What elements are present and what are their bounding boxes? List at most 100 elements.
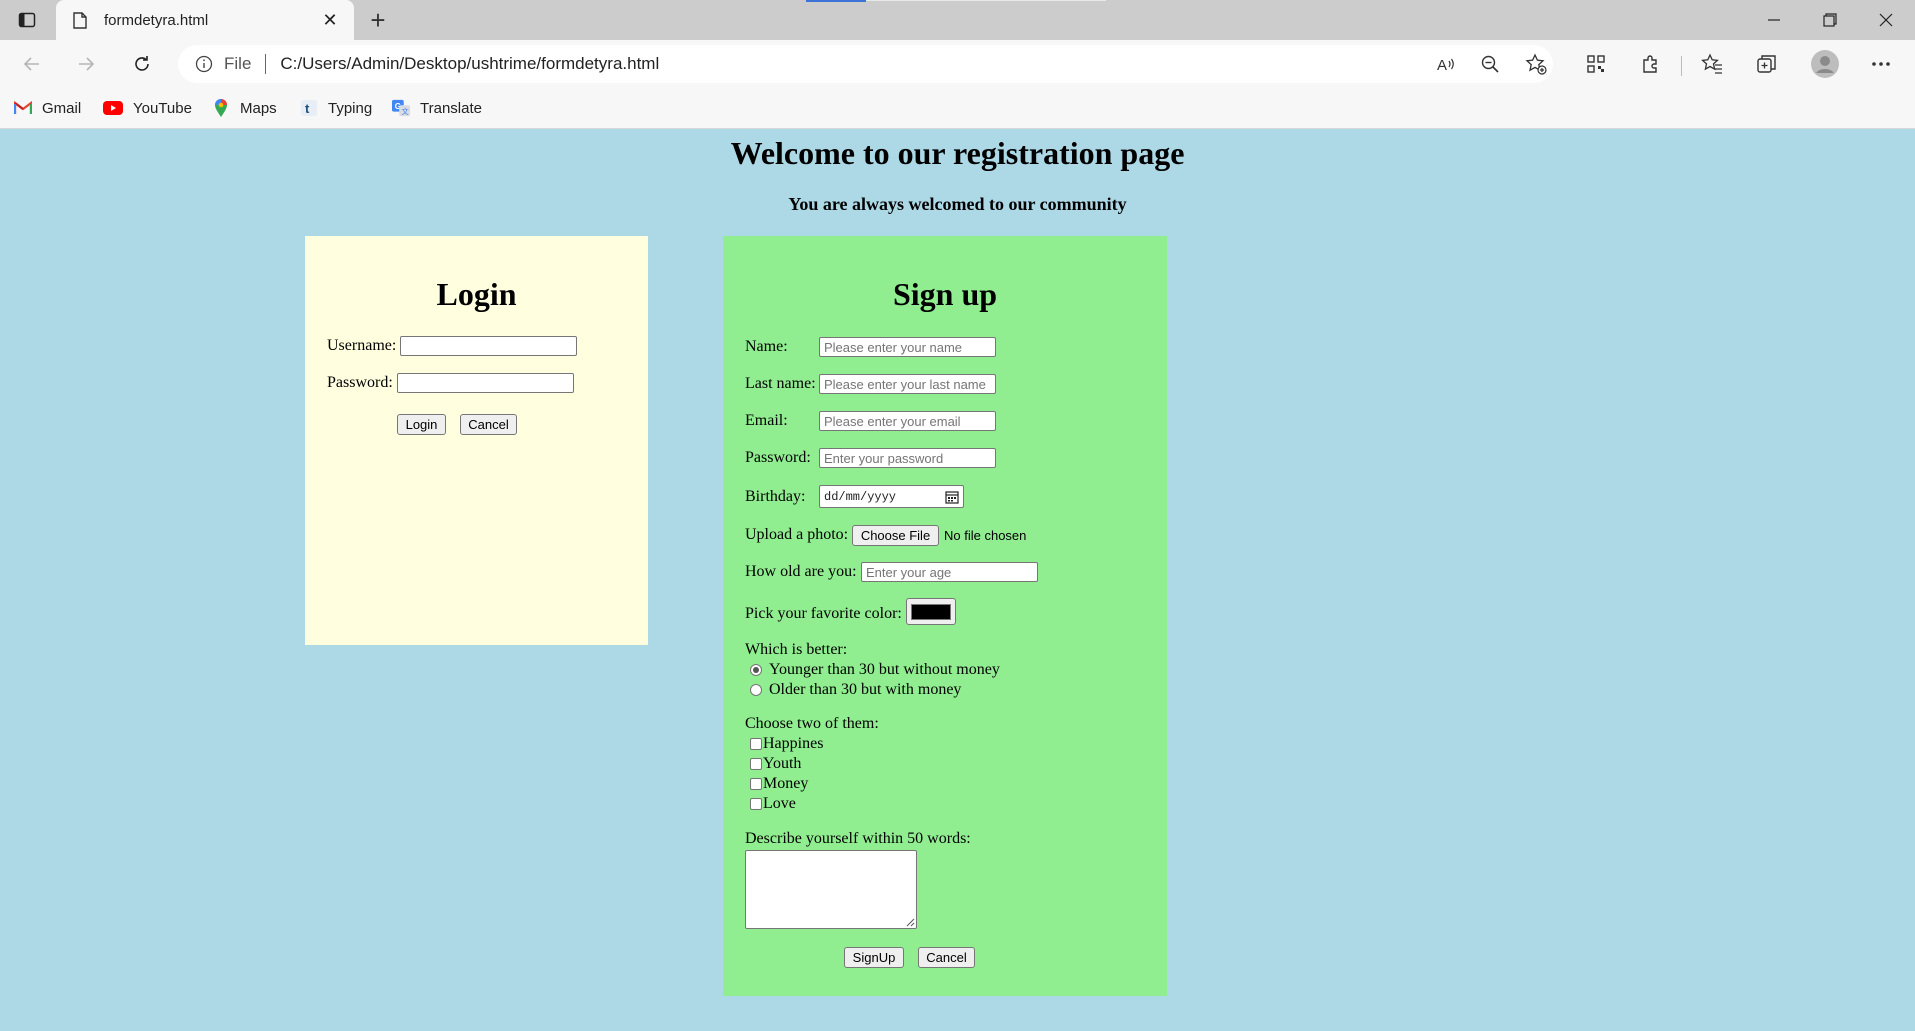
better-option-1[interactable]: Younger than 30 but without money <box>750 661 1000 679</box>
checkbox[interactable] <box>750 798 762 810</box>
radio-selected-dot <box>753 667 759 673</box>
no-file-text: No file chosen <box>944 528 1027 543</box>
address-url[interactable]: C:/Users/Admin/Desktop/ushtrime/formdety… <box>280 54 659 74</box>
info-icon[interactable] <box>194 54 214 74</box>
username-label: Username: <box>327 337 397 354</box>
password-row: Password: <box>327 373 574 393</box>
login-cancel-button[interactable]: Cancel <box>460 414 517 435</box>
close-window-icon[interactable] <box>1858 0 1914 40</box>
radio-button[interactable] <box>750 664 762 676</box>
favorites-icon[interactable] <box>1696 48 1728 80</box>
signup-password-label: Password: <box>745 449 811 466</box>
bookmark-gmail[interactable]: Gmail <box>14 98 81 118</box>
svg-text:A: A <box>1437 57 1447 74</box>
password-label: Password: <box>327 374 393 391</box>
tab-bar: formdetyra.html ✕ + <box>0 0 1915 40</box>
choose-option-love[interactable]: Love <box>750 795 796 813</box>
login-button[interactable]: Login <box>397 414 446 435</box>
better-label: Which is better: <box>745 641 848 658</box>
username-row: Username: <box>327 336 578 356</box>
restore-icon[interactable] <box>1802 0 1858 40</box>
profile-avatar-icon[interactable] <box>1809 48 1841 80</box>
color-picker[interactable] <box>906 598 956 625</box>
browser-tab[interactable]: formdetyra.html ✕ <box>56 0 354 40</box>
checkbox[interactable] <box>750 778 762 790</box>
read-aloud-icon[interactable]: A <box>1430 48 1462 80</box>
zoom-out-icon[interactable] <box>1474 48 1506 80</box>
page-content: Welcome to our registration page You are… <box>0 129 1915 1031</box>
bookmark-label: Translate <box>420 99 482 117</box>
checkbox[interactable] <box>750 758 762 770</box>
username-input[interactable] <box>400 336 578 356</box>
add-favorite-icon[interactable] <box>1520 48 1552 80</box>
choose-option-youth[interactable]: Youth <box>750 755 801 773</box>
signup-panel: Sign up Name: Please enter your name Las… <box>723 236 1167 996</box>
tab-close-icon[interactable]: ✕ <box>320 10 340 30</box>
describe-textarea[interactable] <box>745 850 917 929</box>
checkbox[interactable] <box>750 738 762 750</box>
minimize-icon[interactable] <box>1746 0 1802 40</box>
choose-option-label: Youth <box>763 755 802 772</box>
extensions-icon[interactable] <box>1635 48 1667 80</box>
choose-option-label: Happines <box>763 735 824 752</box>
name-input[interactable]: Please enter your name <box>819 337 996 357</box>
typing-icon: t <box>300 99 318 117</box>
age-label: How old are you: <box>745 563 857 580</box>
birthday-placeholder: dd/mm/yyyy <box>824 489 897 504</box>
bookmark-youtube[interactable]: YouTube <box>103 98 192 118</box>
tab-title: formdetyra.html <box>104 11 209 29</box>
signup-cancel-button[interactable]: Cancel <box>918 947 975 968</box>
page-subtitle: You are always welcomed to our community <box>788 194 1127 214</box>
signup-button[interactable]: SignUp <box>844 947 904 968</box>
youtube-icon <box>103 99 123 117</box>
photo-label: Upload a photo: <box>745 526 849 543</box>
describe-label: Describe yourself within 50 words: <box>745 830 971 847</box>
refresh-icon[interactable] <box>126 48 158 80</box>
choose-option-happines[interactable]: Happines <box>750 735 823 753</box>
password-input[interactable] <box>396 373 574 393</box>
birthday-label: Birthday: <box>745 488 806 505</box>
bookmark-typing[interactable]: t Typing <box>300 98 372 118</box>
collections-icon[interactable] <box>1751 48 1783 80</box>
new-tab-icon[interactable]: + <box>366 7 390 33</box>
login-panel: Login Username: Password: Login Cancel <box>305 236 648 645</box>
qr-code-icon[interactable] <box>1580 48 1612 80</box>
signup-password-input[interactable]: Enter your password <box>819 448 996 468</box>
bookmark-translate[interactable]: G文 Translate <box>392 98 482 118</box>
tab-actions-icon[interactable] <box>16 9 38 31</box>
more-menu-icon[interactable] <box>1865 48 1897 80</box>
better-option-label: Younger than 30 but without money <box>769 661 1000 678</box>
radio-button[interactable] <box>750 684 762 696</box>
maps-icon <box>212 99 230 117</box>
svg-text:文: 文 <box>401 107 408 116</box>
calendar-icon[interactable] <box>945 490 959 504</box>
forward-icon[interactable] <box>70 48 102 80</box>
bookmarks-bar: Gmail YouTube Maps t Typing G文 Translate <box>0 88 1915 129</box>
color-swatch <box>911 603 951 620</box>
age-input[interactable]: Enter your age <box>861 562 1038 582</box>
address-protocol: File <box>224 54 252 73</box>
birthday-input[interactable]: dd/mm/yyyy <box>819 485 964 508</box>
resize-handle-icon[interactable] <box>906 918 915 927</box>
browser-toolbar: File C:/Users/Admin/Desktop/ushtrime/for… <box>0 40 1915 88</box>
bookmark-maps[interactable]: Maps <box>212 98 277 118</box>
bookmark-label: Gmail <box>42 99 82 117</box>
bookmark-label: Typing <box>328 99 373 117</box>
toolbar-separator <box>1681 56 1682 76</box>
tab-strip-highlight <box>866 0 1106 1</box>
back-icon[interactable] <box>16 48 48 80</box>
address-bar[interactable]: File C:/Users/Admin/Desktop/ushtrime/for… <box>178 45 1553 83</box>
better-option-2[interactable]: Older than 30 but with money <box>750 681 961 699</box>
choose-label: Choose two of them: <box>745 715 879 732</box>
translate-icon: G文 <box>392 99 410 117</box>
bookmark-label: YouTube <box>133 99 192 117</box>
document-icon <box>72 11 88 29</box>
lastname-label: Last name: <box>745 375 816 392</box>
email-label: Email: <box>745 412 788 429</box>
lastname-input[interactable]: Please enter your last name <box>819 374 996 394</box>
color-label: Pick your favorite color: <box>745 605 902 622</box>
choose-option-money[interactable]: Money <box>750 775 808 793</box>
email-input[interactable]: Please enter your email <box>819 411 996 431</box>
choose-file-button[interactable]: Choose File <box>852 525 939 546</box>
choose-option-label: Money <box>763 775 809 792</box>
